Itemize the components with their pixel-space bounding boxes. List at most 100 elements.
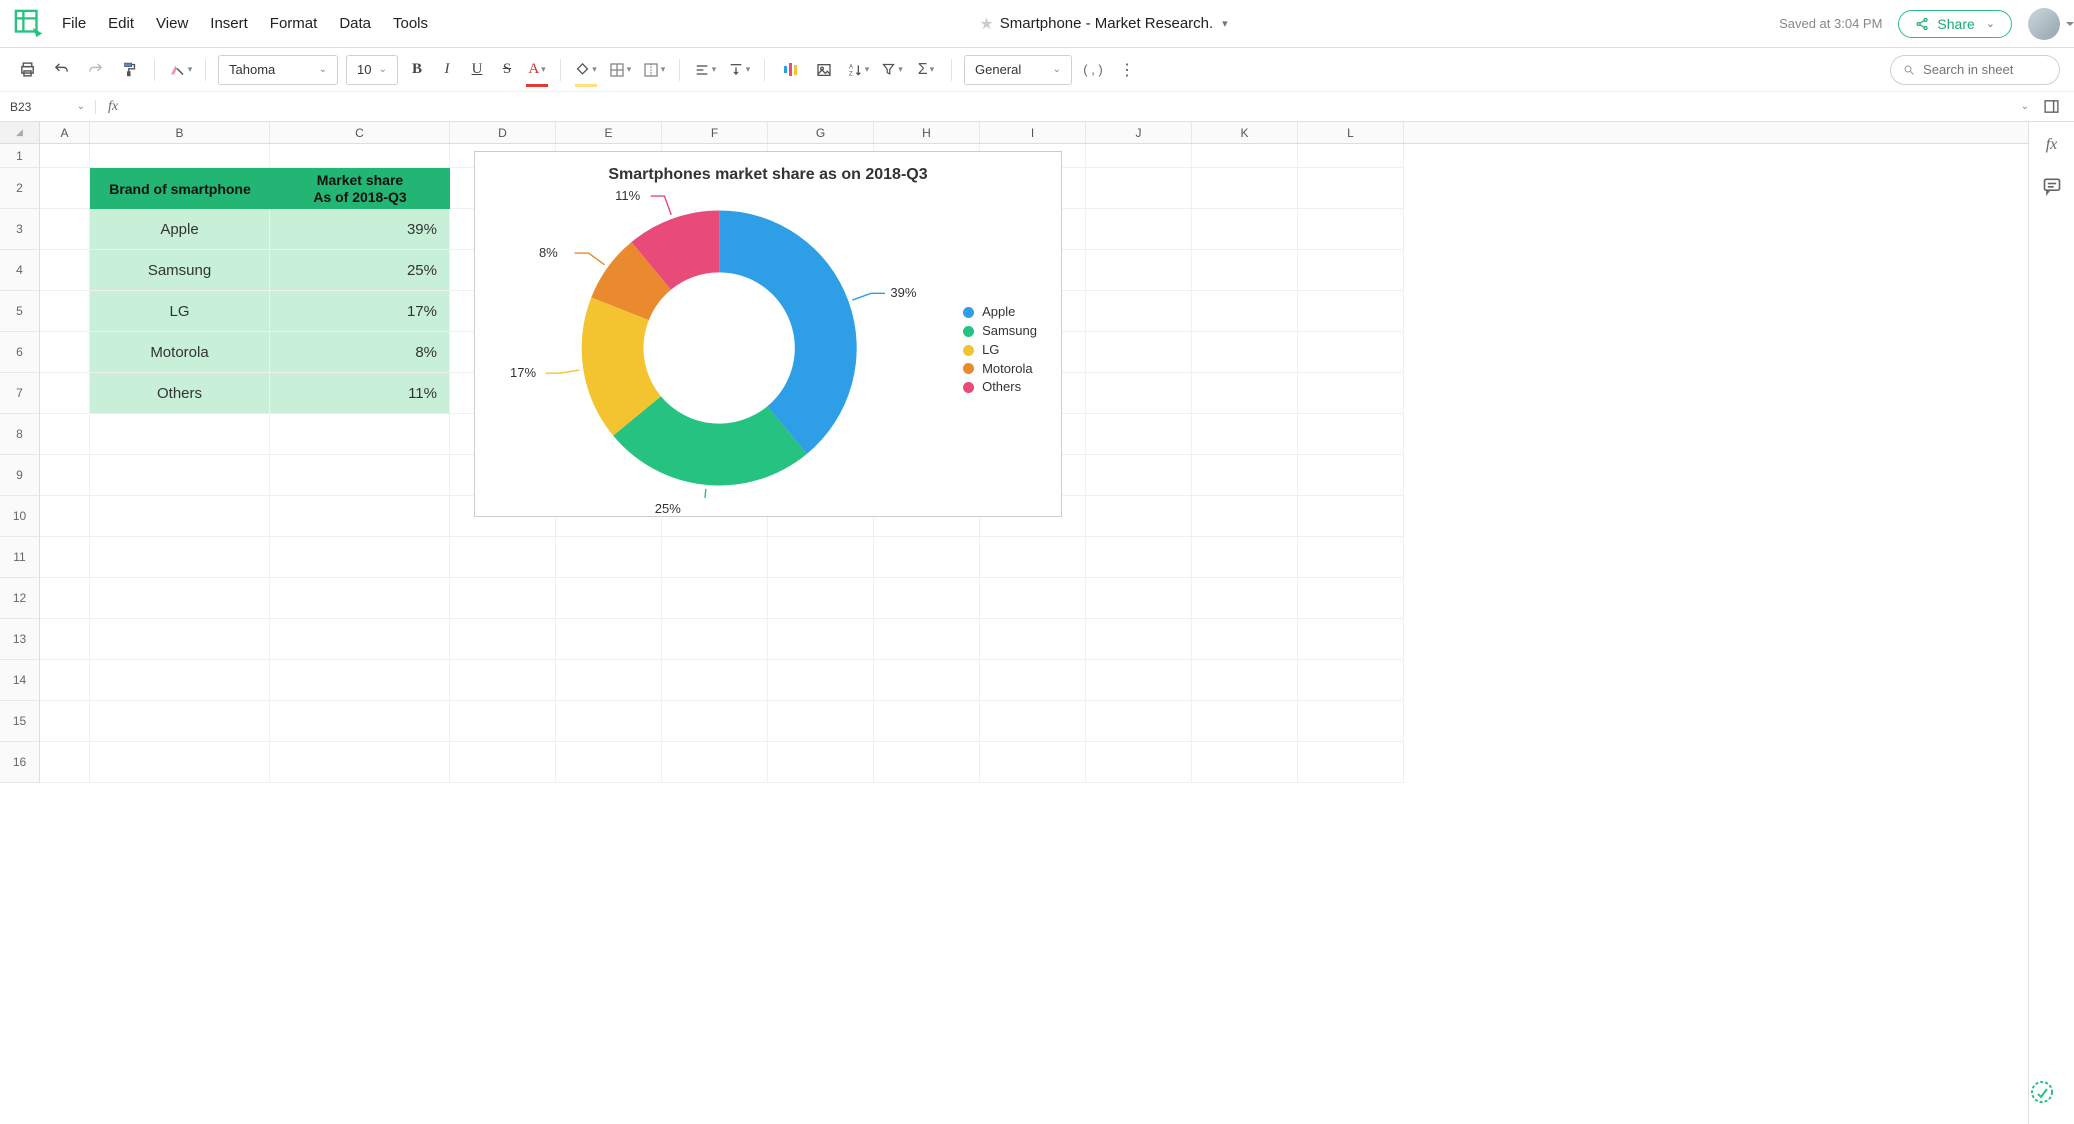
menu-file[interactable]: File	[62, 15, 86, 32]
menu-bar: File Edit View Insert Format Data Tools	[62, 15, 428, 32]
row-header[interactable]: 9	[0, 455, 40, 496]
row-header[interactable]: 15	[0, 701, 40, 742]
functions-icon[interactable]: Σ▾	[913, 56, 939, 84]
table-cell-brand[interactable]: Apple	[90, 209, 270, 250]
merge-cells-button[interactable]: ▾	[641, 56, 667, 84]
row-header[interactable]: 16	[0, 742, 40, 783]
document-title[interactable]: ★ Smartphone - Market Research. ▾	[428, 14, 1779, 34]
row-header[interactable]: 12	[0, 578, 40, 619]
row-header[interactable]: 6	[0, 332, 40, 373]
table-cell-brand[interactable]: Others	[90, 373, 270, 414]
strikethrough-button[interactable]: S	[496, 56, 518, 84]
table-cell-share[interactable]: 8%	[270, 332, 450, 373]
parentheses-icon[interactable]: ( , )	[1080, 56, 1106, 84]
sheet-search[interactable]	[1890, 55, 2060, 85]
chevron-down-icon[interactable]: ▾	[1222, 17, 1228, 30]
sidebar-toggle-icon[interactable]	[2043, 98, 2060, 115]
app-logo-icon	[14, 9, 44, 39]
table-header-brand[interactable]: Brand of smartphone	[90, 168, 270, 209]
filter-icon[interactable]: ▾	[879, 56, 905, 84]
menu-tools[interactable]: Tools	[393, 15, 428, 32]
col-header[interactable]: L	[1298, 122, 1404, 143]
menu-insert[interactable]: Insert	[210, 15, 248, 32]
col-header[interactable]: D	[450, 122, 556, 143]
row-header[interactable]: 5	[0, 291, 40, 332]
col-header[interactable]: C	[270, 122, 450, 143]
horizontal-align-button[interactable]: ▾	[692, 56, 718, 84]
fx-panel-icon[interactable]: fx	[2046, 136, 2058, 154]
row-header[interactable]: 8	[0, 414, 40, 455]
row-header[interactable]: 14	[0, 660, 40, 701]
share-button[interactable]: Share ⌄	[1898, 10, 2012, 38]
table-cell-brand[interactable]: Samsung	[90, 250, 270, 291]
row-header[interactable]: 7	[0, 373, 40, 414]
clear-format-icon[interactable]: ▾	[167, 56, 193, 84]
italic-button[interactable]: I	[436, 56, 458, 84]
col-header[interactable]: I	[980, 122, 1086, 143]
chart-data-label: 8%	[539, 245, 558, 260]
chevron-down-icon[interactable]: ⌄	[2021, 101, 2029, 112]
select-all-corner[interactable]: ◢	[0, 122, 40, 143]
menu-view[interactable]: View	[156, 15, 188, 32]
comments-icon[interactable]	[2042, 176, 2062, 196]
legend-label: Samsung	[982, 322, 1037, 341]
fx-icon: fx	[96, 99, 130, 115]
col-header[interactable]: H	[874, 122, 980, 143]
font-size-select[interactable]: 10 ⌄	[346, 55, 398, 85]
col-header[interactable]: B	[90, 122, 270, 143]
col-header[interactable]: J	[1086, 122, 1192, 143]
more-options-icon[interactable]: ⋮	[1114, 56, 1140, 84]
row-header[interactable]: 10	[0, 496, 40, 537]
table-cell-share[interactable]: 39%	[270, 209, 450, 250]
user-avatar[interactable]	[2028, 8, 2060, 40]
table-cell-brand[interactable]: LG	[90, 291, 270, 332]
legend-swatch	[963, 363, 974, 374]
donut-chart[interactable]: Smartphones market share as on 2018-Q3 A…	[474, 151, 1062, 517]
menu-format[interactable]: Format	[270, 15, 318, 32]
underline-button[interactable]: U	[466, 56, 488, 84]
table-cell-share[interactable]: 17%	[270, 291, 450, 332]
document-title-text: Smartphone - Market Research.	[1000, 15, 1213, 32]
row-header[interactable]: 1	[0, 144, 40, 168]
table-cell-brand[interactable]: Motorola	[90, 332, 270, 373]
assistant-icon[interactable]	[2026, 1076, 2058, 1108]
row-header[interactable]: 11	[0, 537, 40, 578]
row-header[interactable]: 3	[0, 209, 40, 250]
col-header[interactable]: F	[662, 122, 768, 143]
fill-color-button[interactable]: ▾	[573, 56, 599, 84]
sort-button[interactable]: AZ▾	[845, 56, 871, 84]
name-box[interactable]: B23 ⌄	[0, 100, 96, 114]
legend-label: Others	[982, 378, 1021, 397]
insert-image-icon[interactable]	[811, 56, 837, 84]
insert-chart-icon[interactable]	[777, 56, 803, 84]
font-family-select[interactable]: Tahoma ⌄	[218, 55, 338, 85]
redo-icon[interactable]	[82, 56, 108, 84]
legend-item: Motorola	[963, 360, 1037, 379]
right-rail: fx	[2028, 122, 2074, 1124]
col-header[interactable]: A	[40, 122, 90, 143]
spreadsheet-grid[interactable]: ◢ A B C D E F G H I J K L 1 2 Brand of s	[0, 122, 2028, 1124]
table-header-share[interactable]: Market share As of 2018-Q3	[270, 168, 450, 209]
row-header[interactable]: 13	[0, 619, 40, 660]
row-header[interactable]: 4	[0, 250, 40, 291]
print-icon[interactable]	[14, 56, 40, 84]
number-format-select[interactable]: General ⌄	[964, 55, 1072, 85]
bold-button[interactable]: B	[406, 56, 428, 84]
row-header[interactable]: 2	[0, 168, 40, 209]
chevron-down-icon: ⌄	[77, 101, 85, 112]
col-header[interactable]: G	[768, 122, 874, 143]
col-header[interactable]: K	[1192, 122, 1298, 143]
menu-data[interactable]: Data	[339, 15, 371, 32]
menu-edit[interactable]: Edit	[108, 15, 134, 32]
paint-format-icon[interactable]	[116, 56, 142, 84]
star-icon[interactable]: ★	[979, 14, 993, 34]
undo-icon[interactable]	[48, 56, 74, 84]
table-cell-share[interactable]: 25%	[270, 250, 450, 291]
vertical-align-button[interactable]: ▾	[726, 56, 752, 84]
table-cell-share[interactable]: 11%	[270, 373, 450, 414]
sheet-search-input[interactable]	[1923, 62, 2047, 77]
text-color-button[interactable]: A▾	[526, 56, 548, 84]
col-header[interactable]: E	[556, 122, 662, 143]
share-label: Share	[1937, 16, 1974, 32]
borders-button[interactable]: ▾	[607, 56, 633, 84]
